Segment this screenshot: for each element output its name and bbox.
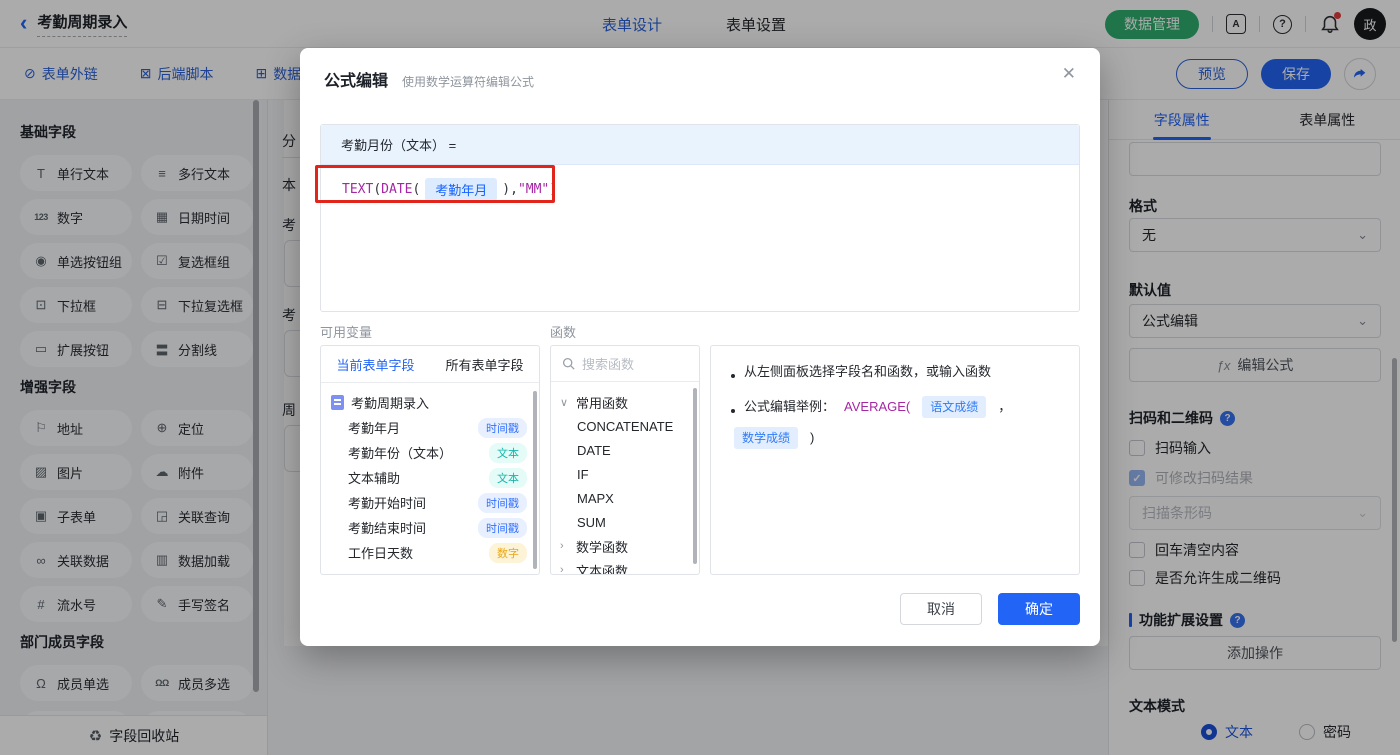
variables-label: 可用变量 bbox=[320, 325, 373, 340]
function-list: ∨ 常用函数 CONCATENATE DATE IF MAPX SUM › 数学函数 › 文本函数 bbox=[551, 382, 699, 575]
variable-root-label: 考勤周期录入 bbox=[351, 396, 430, 411]
variable-row[interactable]: 考勤年份（文本） 文本 bbox=[321, 440, 539, 465]
formula-token: ( bbox=[373, 182, 382, 197]
form-doc-icon bbox=[331, 395, 344, 410]
function-item-SUM[interactable]: SUM bbox=[551, 510, 699, 534]
chevron-collapsed-icon: › bbox=[560, 540, 564, 552]
variable-type-badge: 时间戳 bbox=[478, 492, 527, 513]
function-group-label: 数学函数 bbox=[576, 539, 629, 555]
variables-scrollbar[interactable] bbox=[533, 391, 537, 569]
help-example-chip: 语文成绩 bbox=[922, 396, 987, 418]
variable-type-badge: 文本 bbox=[489, 442, 527, 463]
variable-row[interactable]: 考勤结束时间 时间戳 bbox=[321, 515, 539, 540]
help-text: 从左侧面板选择字段名和函数，或输入函数 bbox=[744, 364, 992, 379]
cancel-button[interactable]: 取消 bbox=[900, 593, 982, 625]
chevron-expanded-icon: ∨ bbox=[560, 396, 569, 409]
variable-row[interactable]: 文本辅助 文本 bbox=[321, 465, 539, 490]
formula-token: ) bbox=[549, 182, 558, 197]
function-group-数学函数[interactable]: › 数学函数 bbox=[551, 534, 699, 558]
formula-token: , bbox=[510, 182, 518, 197]
variable-name: 考勤开始时间 bbox=[348, 496, 427, 511]
formula-token: "MM" bbox=[517, 182, 550, 197]
formula-token: ( bbox=[412, 182, 421, 197]
help-example-chip: 数学成绩 bbox=[734, 427, 799, 449]
variable-tree-root[interactable]: 考勤周期录入 bbox=[321, 390, 539, 415]
formula-editor-box[interactable]: 考勤月份（文本） = TEXT(DATE(考勤年月), "MM") bbox=[315, 124, 1080, 312]
function-item-DATE[interactable]: DATE bbox=[551, 438, 699, 462]
variable-name: 考勤年月 bbox=[348, 421, 401, 436]
variable-name: 考勤年份（文本） bbox=[348, 446, 453, 461]
functions-scrollbar[interactable] bbox=[693, 388, 697, 564]
variable-type-badge: 时间戳 bbox=[478, 417, 527, 438]
function-group-label: 常用函数 bbox=[576, 395, 629, 411]
variable-name: 考勤结束时间 bbox=[348, 521, 427, 536]
tab-all-form-fields[interactable]: 所有表单字段 bbox=[430, 346, 539, 382]
search-icon bbox=[562, 357, 575, 370]
search-placeholder: 搜索函数 bbox=[582, 357, 635, 372]
function-item-CONCATENATE[interactable]: CONCATENATE bbox=[551, 414, 699, 438]
function-group-label: 文本函数 bbox=[576, 563, 629, 575]
help-text: 公式编辑举例： bbox=[744, 399, 836, 414]
functions-panel: 搜索函数 ∨ 常用函数 CONCATENATE DATE IF MAPX SUM › 数学函数 ›… bbox=[550, 345, 700, 575]
formula-function-token: TEXT bbox=[342, 182, 374, 197]
help-separator: ， bbox=[998, 399, 1012, 414]
close-icon[interactable]: ✕ bbox=[1062, 64, 1076, 84]
function-group-文本函数[interactable]: › 文本函数 bbox=[551, 558, 699, 575]
variable-row[interactable]: 工作日天数 数字 bbox=[321, 540, 539, 565]
chevron-collapsed-icon: › bbox=[560, 564, 564, 575]
function-item-IF[interactable]: IF bbox=[551, 462, 699, 486]
formula-help-panel: 从左侧面板选择字段名和函数，或输入函数 公式编辑举例： AVERAGE( 语文成… bbox=[710, 345, 1080, 575]
variable-type-badge: 数字 bbox=[489, 542, 527, 563]
formula-target: 考勤月份（文本） = bbox=[321, 125, 1079, 165]
formula-token: ) bbox=[502, 182, 511, 197]
confirm-button[interactable]: 确定 bbox=[998, 593, 1080, 625]
variable-list: 考勤周期录入 考勤年月 时间戳 考勤年份（文本） 文本 文本辅助 文本 考勤开始时间 时间戳考… bbox=[321, 383, 539, 569]
formula-editor-modal: 公式编辑 使用数学运算符编辑公式 ✕ 考勤月份（文本） = TEXT(DATE(… bbox=[300, 48, 1100, 646]
modal-subtitle: 使用数学运算符编辑公式 bbox=[402, 75, 535, 89]
variables-panel: 当前表单字段 所有表单字段 考勤周期录入 考勤年月 时间戳 考勤年份（文本） 文本 文本… bbox=[320, 345, 540, 575]
formula-field-chip[interactable]: 考勤年月 bbox=[425, 178, 498, 201]
variable-type-badge: 文本 bbox=[489, 467, 527, 488]
bullet-icon bbox=[731, 409, 735, 413]
functions-label: 函数 bbox=[550, 325, 577, 340]
tab-current-form-fields[interactable]: 当前表单字段 bbox=[321, 346, 430, 382]
help-example-fn: AVERAGE( bbox=[844, 399, 911, 414]
function-group-常用函数[interactable]: ∨ 常用函数 bbox=[551, 390, 699, 414]
help-close-paren: ) bbox=[810, 430, 815, 445]
modal-title: 公式编辑 bbox=[324, 73, 389, 90]
function-item-MAPX[interactable]: MAPX bbox=[551, 486, 699, 510]
formula-expression: TEXT(DATE(考勤年月), "MM") bbox=[342, 178, 557, 201]
variable-row[interactable]: 考勤年月 时间戳 bbox=[321, 415, 539, 440]
formula-function-token: DATE bbox=[381, 182, 413, 197]
variable-name: 工作日天数 bbox=[348, 546, 414, 561]
variable-row[interactable]: 考勤开始时间 时间戳 bbox=[321, 490, 539, 515]
variable-type-badge: 时间戳 bbox=[478, 517, 527, 538]
bullet-icon bbox=[731, 374, 735, 378]
function-search-input[interactable]: 搜索函数 bbox=[551, 346, 699, 382]
variable-name: 文本辅助 bbox=[348, 471, 401, 486]
